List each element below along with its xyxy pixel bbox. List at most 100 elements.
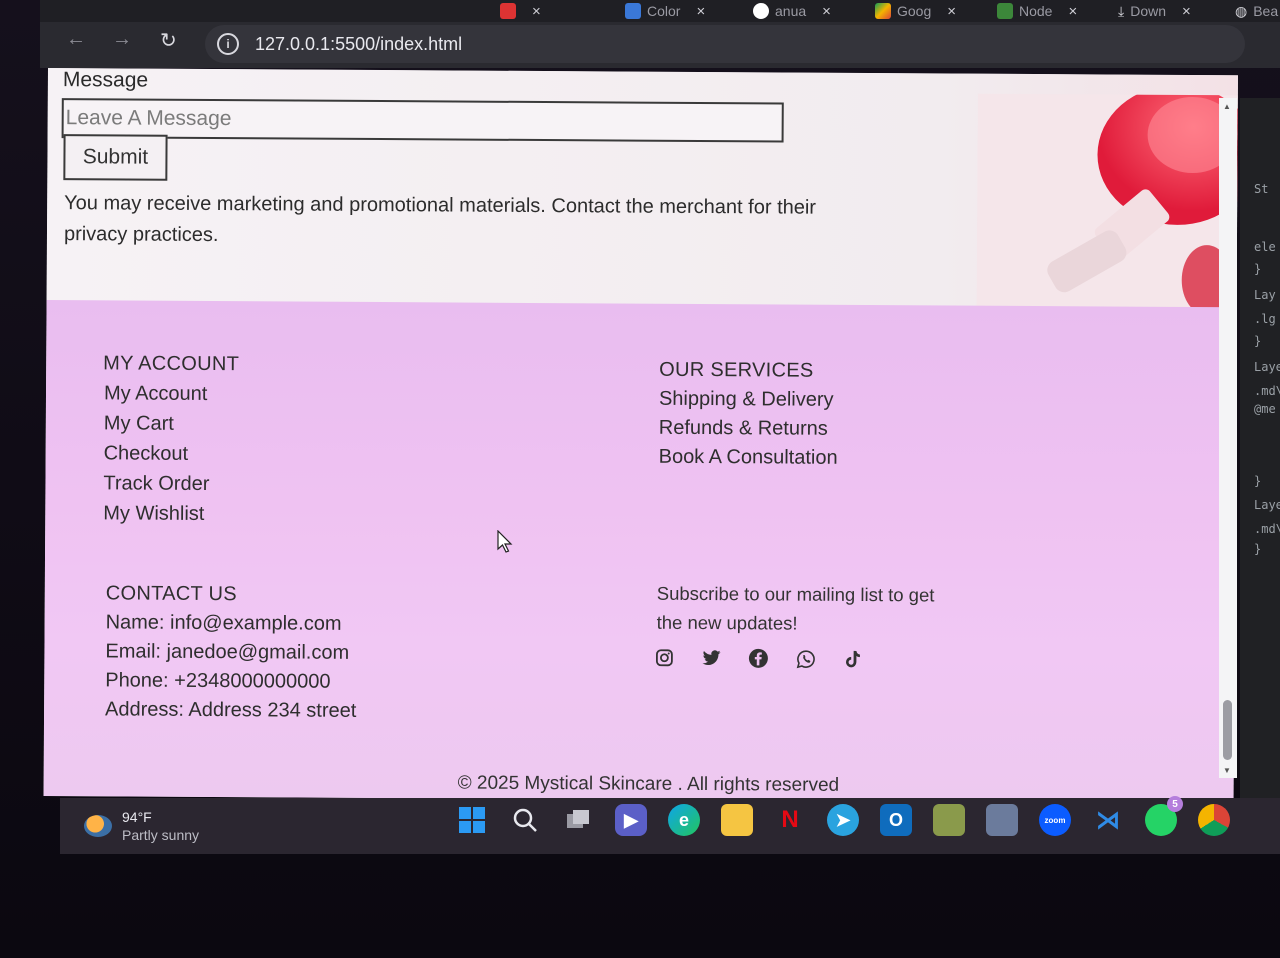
devtools-line: .md\: [1254, 384, 1280, 398]
tab-label: Node: [1019, 3, 1053, 19]
contact-section: Message Submit You may receive marketing…: [46, 68, 1238, 316]
tab-label: anua: [775, 3, 807, 19]
notification-badge: 5: [1167, 796, 1183, 812]
browser-tab[interactable]: ×: [500, 0, 541, 22]
taskbar-apps: ▶ e N ➤ O zoom ⋊ 5: [456, 796, 1230, 836]
tab-close-icon[interactable]: ×: [822, 3, 831, 20]
chrome-icon[interactable]: [1198, 804, 1230, 836]
browser-tab[interactable]: Goog ×: [875, 0, 956, 22]
footer-link-track-order[interactable]: Track Order: [103, 472, 209, 496]
browser-tab[interactable]: anua ×: [753, 0, 831, 22]
browser-tab-strip: × Color × anua × Goog × Node × ⤓ Down ×: [40, 0, 1280, 24]
tab-label: Goog: [897, 3, 932, 19]
site-info-icon[interactable]: i: [217, 33, 239, 55]
vscode-blue-icon: [625, 3, 641, 19]
message-label: Message: [62, 68, 149, 92]
telegram-icon[interactable]: ➤: [827, 804, 859, 836]
weather-condition: Partly sunny: [122, 827, 200, 843]
page-scrollbar[interactable]: ▲ ▼: [1219, 98, 1237, 778]
browser-tab[interactable]: Node ×: [997, 0, 1077, 22]
tab-label: Color: [647, 3, 681, 19]
devtools-line: }: [1254, 542, 1262, 556]
teams-icon[interactable]: ▶: [615, 804, 647, 836]
weather-widget[interactable]: 94°F Partly sunny: [84, 808, 199, 844]
outlook-icon[interactable]: O: [880, 804, 912, 836]
footer-link-shipping[interactable]: Shipping & Delivery: [659, 388, 834, 412]
facebook-icon[interactable]: [748, 648, 768, 668]
scroll-down-icon[interactable]: ▼: [1223, 766, 1231, 775]
reload-icon[interactable]: ↻: [160, 28, 177, 53]
page-viewport: Message Submit You may receive marketing…: [43, 68, 1238, 804]
browser-tab[interactable]: Color ×: [625, 0, 705, 22]
globe-icon: ◍: [1235, 2, 1248, 19]
site-footer: MY ACCOUNT My Account My Cart Checkout T…: [43, 299, 1237, 804]
devtools-line: Laye: [1254, 360, 1280, 374]
footer-link-checkout[interactable]: Checkout: [104, 442, 189, 466]
footer-link-my-wishlist[interactable]: My Wishlist: [103, 502, 204, 526]
download-icon: ⤓: [1118, 2, 1125, 19]
node-icon: [997, 3, 1013, 19]
footer-link-refunds[interactable]: Refunds & Returns: [659, 417, 828, 441]
devtools-line: Laye: [1254, 498, 1280, 512]
instagram-icon[interactable]: [654, 648, 674, 668]
tab-close-icon[interactable]: ×: [532, 3, 541, 20]
serum-bottle-image: [976, 93, 1238, 316]
footer-link-consultation[interactable]: Book A Consultation: [659, 446, 838, 470]
game-icon[interactable]: [933, 804, 965, 836]
privacy-notice: You may receive marketing and promotiona…: [63, 192, 817, 247]
weather-temperature: 94°F: [122, 809, 152, 825]
monitor-frame: × Color × anua × Goog × Node × ⤓ Down ×: [0, 0, 1280, 958]
vscode-icon[interactable]: ⋊: [1092, 804, 1124, 836]
tab-close-icon[interactable]: ×: [696, 3, 705, 20]
partly-sunny-icon: [84, 815, 112, 837]
devtools-line: }: [1254, 474, 1262, 488]
search-icon[interactable]: [509, 804, 541, 836]
my-account-heading: MY ACCOUNT: [103, 352, 240, 376]
tab-label: Down: [1130, 3, 1166, 19]
contact-us-heading: CONTACT US: [105, 582, 238, 606]
scroll-up-icon[interactable]: ▲: [1223, 102, 1231, 111]
subscribe-text: Subscribe to our mailing list to get the…: [656, 582, 935, 634]
message-input[interactable]: [61, 98, 784, 143]
address-url[interactable]: 127.0.0.1:5500/index.html: [255, 34, 462, 55]
browser-tab[interactable]: ◍ Bea: [1235, 0, 1278, 22]
zoom-icon[interactable]: zoom: [1039, 804, 1071, 836]
devtools-line: .lg: [1254, 312, 1276, 326]
contact-name: Name: info@example.com: [105, 611, 342, 635]
back-arrow-icon[interactable]: ←: [66, 28, 86, 51]
social-links: [654, 648, 862, 669]
browser-tab[interactable]: ⤓ Down ×: [1118, 0, 1191, 22]
tiktok-icon[interactable]: [842, 649, 862, 669]
contact-phone: Phone: +2348000000000: [105, 669, 331, 693]
address-bar[interactable]: i 127.0.0.1:5500/index.html: [205, 25, 1245, 63]
netflix-icon[interactable]: N: [774, 804, 806, 836]
footer-link-my-cart[interactable]: My Cart: [104, 412, 174, 435]
edge-icon[interactable]: e: [668, 804, 700, 836]
tab-close-icon[interactable]: ×: [947, 3, 956, 20]
devtools-line: }: [1254, 334, 1262, 348]
tab-close-icon[interactable]: ×: [1068, 3, 1077, 20]
scrollbar-thumb[interactable]: [1223, 700, 1232, 760]
devtools-panel: St ele } Lay .lg } Laye .md\ @me } Laye …: [1240, 98, 1280, 798]
submit-button[interactable]: Submit: [63, 134, 168, 181]
devtools-line: }: [1254, 262, 1262, 276]
whatsapp-icon[interactable]: 5: [1145, 796, 1183, 836]
file-explorer-icon[interactable]: [721, 804, 753, 836]
our-services-heading: OUR SERVICES: [659, 358, 814, 382]
devtools-line: Lay: [1254, 288, 1276, 302]
tab-label: Bea: [1253, 3, 1279, 19]
mouse-cursor-icon: [497, 530, 513, 553]
footer-link-my-account[interactable]: My Account: [104, 382, 208, 406]
devtools-line: ele: [1254, 240, 1276, 254]
tab-close-icon[interactable]: ×: [1182, 3, 1191, 20]
windows-taskbar: 94°F Partly sunny ▶ e N ➤ O zoom ⋊ 5: [60, 796, 1280, 854]
task-view-icon[interactable]: [562, 804, 594, 836]
google-drive-icon: [875, 3, 891, 19]
twitter-icon[interactable]: [701, 648, 721, 668]
youtube-icon: [500, 3, 516, 19]
devtools-line: @me: [1254, 402, 1276, 416]
photos-icon[interactable]: [986, 804, 1018, 836]
forward-arrow-icon[interactable]: →: [112, 28, 132, 51]
whatsapp-icon[interactable]: [795, 649, 815, 669]
windows-start-icon[interactable]: [456, 804, 488, 836]
